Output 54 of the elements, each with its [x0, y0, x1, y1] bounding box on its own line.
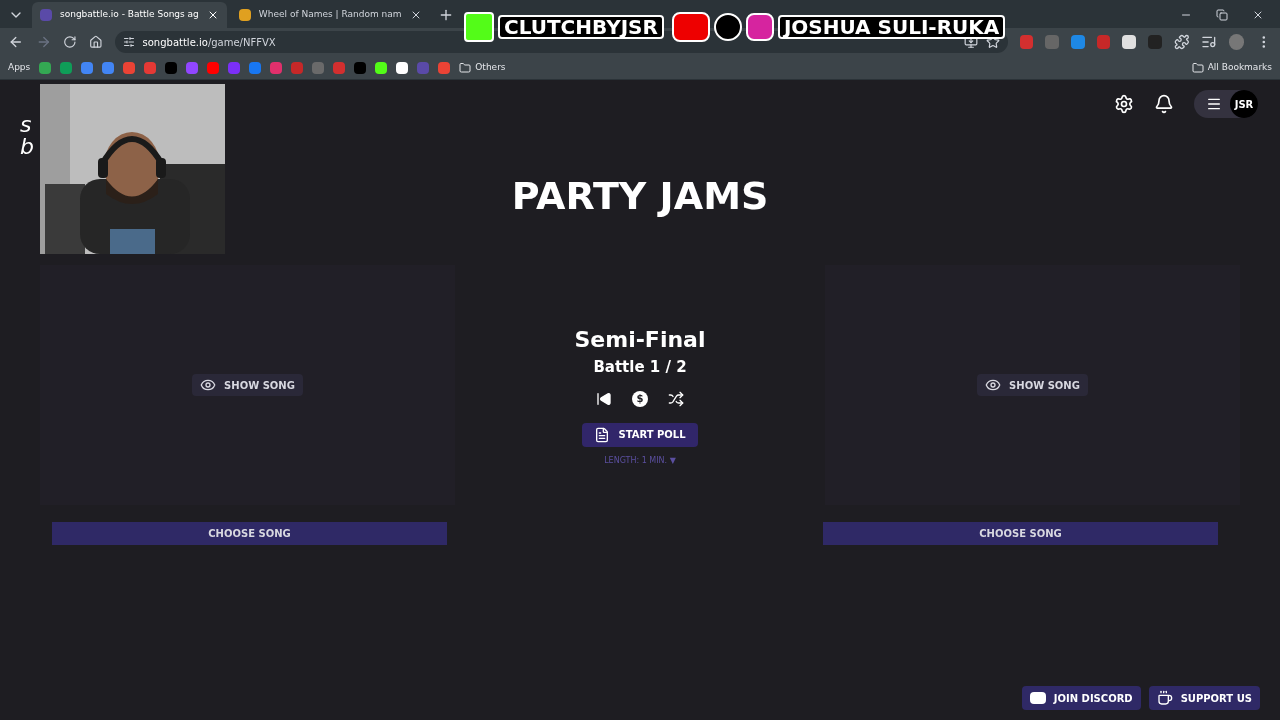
site-icon [40, 9, 52, 21]
poll-icon [594, 426, 611, 443]
back-icon[interactable] [8, 34, 24, 50]
bell-icon[interactable] [1154, 94, 1174, 114]
browser-tab[interactable]: songbattle.io - Battle Songs ag [32, 2, 227, 28]
extension-icon[interactable] [1070, 35, 1085, 49]
extension-icon[interactable] [1096, 35, 1111, 49]
reload-icon[interactable] [63, 35, 77, 49]
site-icon [238, 9, 251, 21]
close-icon[interactable] [1252, 9, 1264, 21]
extension-icon[interactable] [1147, 35, 1162, 49]
home-icon[interactable] [88, 35, 103, 49]
settings-icon[interactable] [1114, 94, 1134, 114]
url-text: songbattle.io/game/NFFVX [142, 35, 277, 50]
extension-icon[interactable] [1019, 35, 1034, 49]
show-song-button[interactable]: SHOW SONG [977, 374, 1088, 396]
logo-text: b [20, 136, 34, 158]
eye-icon [985, 377, 1002, 393]
menu-icon [1206, 96, 1222, 112]
support-us-button[interactable]: SUPPORT US [1148, 686, 1260, 710]
battle-count: Battle 1 / 2 [593, 357, 687, 378]
money-icon[interactable]: $ [632, 390, 648, 407]
avatar: JSR [1230, 90, 1258, 118]
show-song-button[interactable]: SHOW SONG [192, 374, 303, 396]
restore-icon[interactable] [1216, 9, 1228, 21]
shuffle-icon[interactable] [668, 390, 684, 407]
user-menu[interactable]: JSR [1194, 90, 1258, 118]
start-poll-button[interactable]: START POLL [582, 422, 698, 447]
eye-icon [200, 377, 217, 393]
previous-icon[interactable] [596, 390, 612, 407]
coffee-icon [1156, 690, 1173, 706]
folder-icon [459, 61, 472, 74]
bookmark-icon[interactable] [375, 61, 388, 74]
all-bookmarks[interactable]: All Bookmarks [1191, 60, 1272, 75]
tab-title: Wheel of Names | Random nam [258, 8, 402, 22]
tab-title: songbattle.io - Battle Songs ag [60, 8, 199, 22]
join-discord-button[interactable]: JOIN DISCORD [1021, 686, 1141, 710]
choose-song-button[interactable]: CHOOSE SONG [823, 522, 1218, 545]
folder-icon [1191, 61, 1204, 74]
logo-text: s [20, 114, 33, 136]
folder-bookmark[interactable]: Others [459, 60, 506, 75]
apps-bookmark[interactable]: Apps [8, 60, 31, 75]
site-info-icon [122, 36, 135, 48]
round-title: Semi-Final [574, 326, 706, 354]
profile-icon[interactable] [1228, 34, 1245, 50]
game-title: PARTY JAMS [510, 173, 770, 220]
choose-song-button[interactable]: CHOOSE SONG [52, 522, 447, 545]
extensions-icon[interactable] [1173, 34, 1190, 50]
browser-tab[interactable]: Wheel of Names | Random nam [230, 2, 430, 28]
name-text: JOSHUA SULI-RUKA [777, 15, 1006, 39]
handle-text: CLUTCHBYJSR [498, 15, 664, 39]
extension-icon[interactable] [1122, 35, 1136, 49]
bookmark-icon[interactable] [396, 61, 409, 74]
media-icon[interactable] [1201, 34, 1217, 50]
